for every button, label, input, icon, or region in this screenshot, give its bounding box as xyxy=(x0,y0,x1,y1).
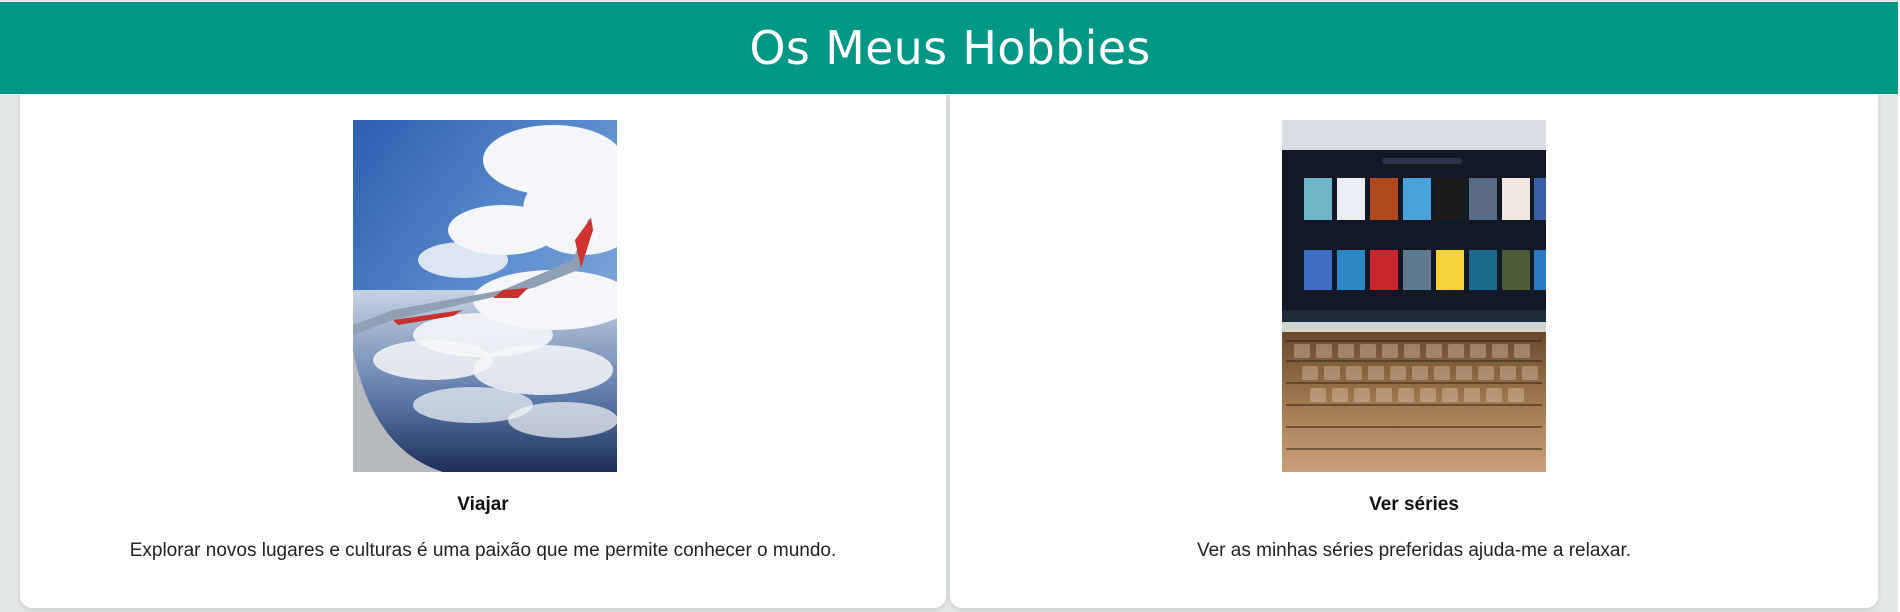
hobby-description: Explorar novos lugares e culturas é uma … xyxy=(129,540,837,561)
hobby-title: Viajar xyxy=(457,494,509,515)
airplane-window-photo xyxy=(353,120,617,472)
hobby-card-travel: Viajar Explorar novos lugares e culturas… xyxy=(20,94,946,608)
laptop-series-photo xyxy=(1282,120,1546,472)
page-header: Os Meus Hobbies xyxy=(0,2,1900,94)
hobby-card-series: Ver séries Ver as minhas séries preferid… xyxy=(950,94,1878,608)
hobby-title: Ver séries xyxy=(1369,494,1459,515)
hobby-description: Ver as minhas séries preferidas ajuda-me… xyxy=(1196,540,1632,561)
page-title: Os Meus Hobbies xyxy=(749,21,1151,75)
